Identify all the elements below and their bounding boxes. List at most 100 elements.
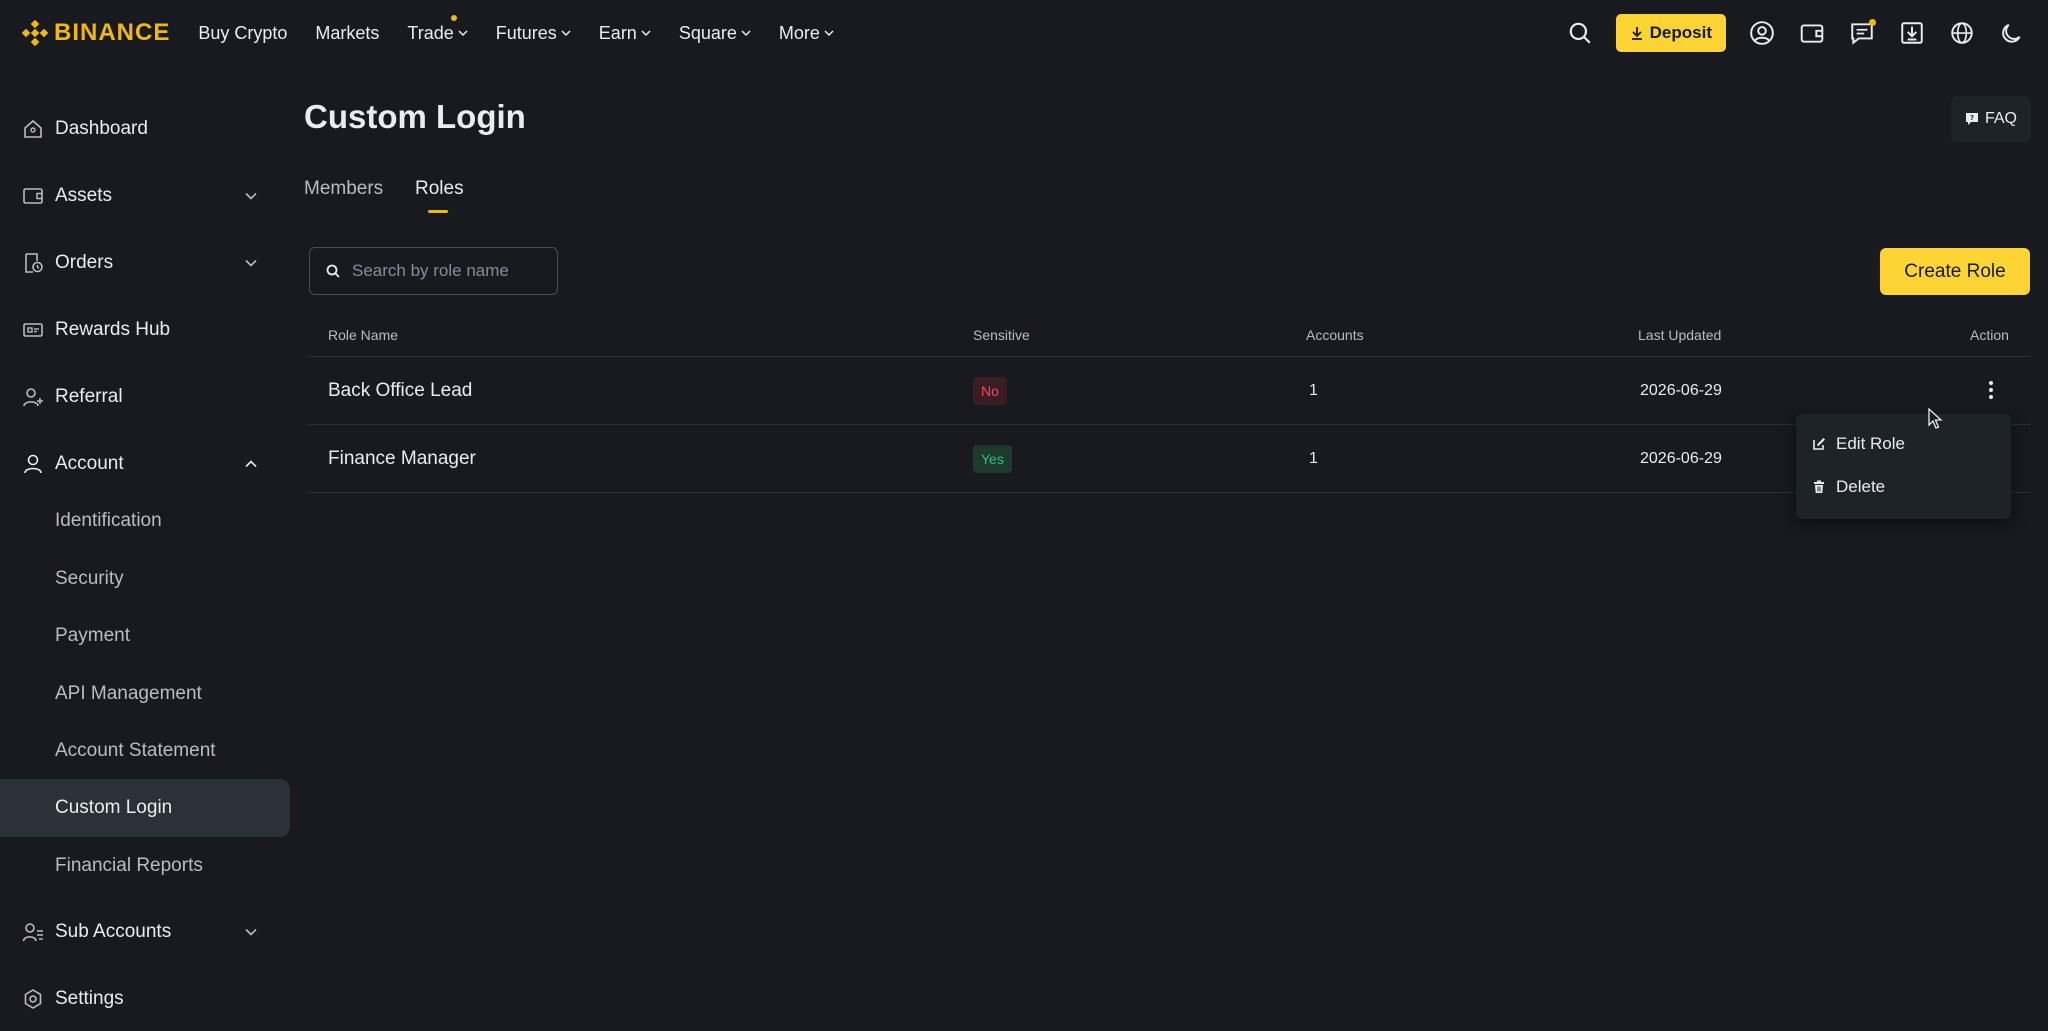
- nav-label: Futures: [495, 22, 557, 43]
- profile-icon[interactable]: [1748, 19, 1776, 47]
- ticket-icon: [22, 319, 44, 341]
- top-nav: BINANCE Buy Crypto Markets Trade Futures…: [0, 0, 2048, 66]
- notification-dot: [451, 14, 458, 21]
- sidebar-item-label: Orders: [55, 252, 114, 273]
- search-field[interactable]: [309, 247, 558, 295]
- menu-item-label: Delete: [1836, 477, 1886, 496]
- sidebar-item-rewards-hub[interactable]: Rewards Hub: [0, 301, 290, 359]
- sidebar-subitem-label: Payment: [55, 625, 130, 646]
- logo-text: BINANCE: [54, 19, 171, 46]
- delete-menu-item[interactable]: Delete: [1812, 477, 1885, 497]
- home-icon: [22, 118, 44, 140]
- sidebar-item-referral[interactable]: Referral: [0, 368, 290, 426]
- nav-label: Buy Crypto: [198, 22, 288, 43]
- faq-icon: ?: [1965, 113, 1978, 125]
- accounts-cell: 1: [1309, 450, 1318, 467]
- last-updated-cell: 2026-06-29: [1640, 382, 1722, 399]
- edit-icon: [1813, 438, 1825, 450]
- chevron-down-icon: [245, 192, 257, 200]
- chevron-down-icon: [245, 259, 257, 267]
- chevron-down-icon: [458, 30, 468, 37]
- sidebar-item-label: Sub Accounts: [55, 921, 172, 942]
- sidebar-item-orders[interactable]: Orders: [0, 234, 290, 292]
- sidebar-subitem-payment[interactable]: Payment: [0, 607, 290, 665]
- faq-label: FAQ: [1984, 110, 2017, 127]
- search-input[interactable]: [352, 261, 542, 281]
- orders-icon: [22, 252, 44, 274]
- sub-accounts-icon: [22, 921, 44, 943]
- user-plus-icon: [22, 386, 44, 408]
- chevron-down-icon: [824, 30, 834, 37]
- sidebar-subitem-api-management[interactable]: API Management: [0, 665, 290, 723]
- sidebar-subitem-account-statement[interactable]: Account Statement: [0, 722, 290, 780]
- column-header-last-updated: Last Updated: [1638, 327, 1722, 343]
- nav-buy-crypto[interactable]: Buy Crypto: [198, 23, 287, 44]
- nav-futures[interactable]: Futures: [496, 23, 571, 44]
- page-title: Custom Login: [304, 98, 526, 135]
- chevron-down-icon: [641, 30, 651, 37]
- binance-logo-icon: [22, 20, 48, 46]
- sidebar-subitem-financial-reports[interactable]: Financial Reports: [0, 837, 290, 895]
- sidebar-item-settings[interactable]: Settings: [0, 970, 290, 1028]
- sidebar-item-label: Referral: [55, 386, 123, 407]
- nav-label: Square: [678, 22, 737, 43]
- nav-label: Markets: [315, 22, 380, 43]
- sidebar-item-assets[interactable]: Assets: [0, 167, 290, 225]
- deposit-button[interactable]: Deposit: [1615, 14, 1726, 52]
- sidebar-item-label: Account: [55, 453, 124, 474]
- sidebar-item-label: Assets: [55, 185, 113, 206]
- nav-markets[interactable]: Markets: [315, 23, 379, 44]
- last-updated-cell: 2026-06-29: [1640, 450, 1722, 467]
- trash-icon: [1814, 480, 1824, 493]
- wallet-icon[interactable]: [1798, 19, 1826, 47]
- moon-icon[interactable]: [1998, 19, 2026, 47]
- edit-role-menu-item[interactable]: Edit Role: [1812, 434, 1905, 454]
- tab-roles[interactable]: Roles: [415, 178, 464, 200]
- sidebar-item-dashboard[interactable]: Dashboard: [0, 100, 290, 158]
- faq-button[interactable]: ? FAQ: [1951, 96, 2031, 142]
- wallet-icon: [22, 185, 44, 207]
- sidebar-item-sub-accounts[interactable]: Sub Accounts: [0, 903, 290, 961]
- tab-members[interactable]: Members: [304, 178, 383, 200]
- role-name-cell: Finance Manager: [328, 448, 476, 469]
- chevron-down-icon: [741, 30, 751, 37]
- sidebar-subitem-custom-login[interactable]: Custom Login: [0, 779, 290, 837]
- sidebar-subitem-label: Financial Reports: [55, 855, 203, 876]
- divider: [308, 492, 2030, 493]
- nav-trade[interactable]: Trade: [407, 14, 468, 44]
- nav-earn[interactable]: Earn: [599, 23, 651, 44]
- sidebar-subitem-label: Identification: [55, 510, 162, 531]
- nav-more[interactable]: More: [779, 23, 834, 44]
- messages-icon[interactable]: [1848, 19, 1876, 47]
- binance-logo[interactable]: BINANCE: [22, 19, 170, 47]
- column-header-action: Action: [1970, 327, 2009, 343]
- chevron-down-icon: [561, 30, 571, 37]
- sidebar-subitem-label: API Management: [55, 683, 202, 704]
- menu-item-label: Edit Role: [1836, 434, 1905, 453]
- sidebar-subitem-security[interactable]: Security: [0, 550, 290, 608]
- column-header-sensitive: Sensitive: [973, 327, 1030, 343]
- active-tab-indicator: [428, 210, 448, 213]
- sidebar-item-account[interactable]: Account: [0, 435, 290, 493]
- nav-label: More: [778, 22, 820, 43]
- globe-icon[interactable]: [1948, 19, 1976, 47]
- gear-icon: [22, 988, 44, 1010]
- main-nav: Buy Crypto Markets Trade Futures Earn Sq…: [198, 14, 834, 44]
- role-name-cell: Back Office Lead: [328, 380, 473, 401]
- sidebar: Dashboard Assets Orders Rewards Hub Refe…: [0, 66, 290, 1031]
- download-arrow-icon: [1631, 27, 1642, 40]
- nav-label: Earn: [598, 22, 637, 43]
- sidebar-subitem-label: Account Statement: [55, 740, 216, 761]
- sensitive-badge: No: [973, 377, 1007, 405]
- nav-square[interactable]: Square: [679, 23, 751, 44]
- sidebar-item-label: Dashboard: [55, 118, 148, 139]
- search-icon[interactable]: [1566, 19, 1594, 47]
- sidebar-subitem-label: Security: [55, 568, 124, 589]
- divider: [308, 424, 2030, 425]
- sidebar-subitem-identification[interactable]: Identification: [0, 492, 290, 550]
- sidebar-item-label: Settings: [55, 988, 124, 1009]
- create-role-button[interactable]: Create Role: [1880, 248, 2030, 295]
- download-icon[interactable]: [1898, 19, 1926, 47]
- more-actions-icon[interactable]: [1985, 379, 1997, 401]
- sensitive-badge: Yes: [973, 445, 1012, 473]
